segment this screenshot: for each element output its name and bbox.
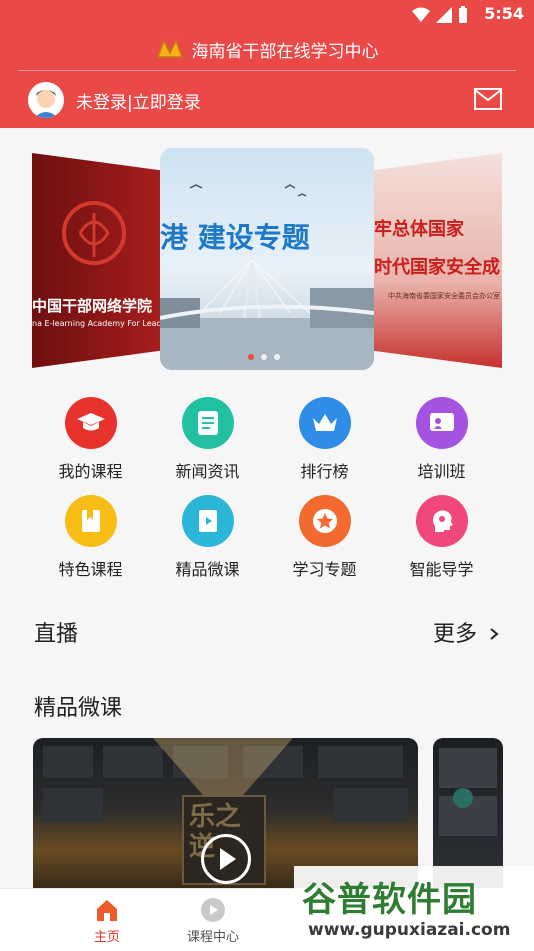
featured-book-icon [64,495,117,547]
menu-rankings[interactable]: 排行榜 [266,397,383,482]
menu-label: 我的课程 [58,462,123,481]
star-icon [298,495,351,547]
tab-label[interactable]: 课程中心 [187,930,239,945]
training-board-icon [415,397,468,449]
live-section-title: 直播 [34,622,79,647]
left-slide-title: 中国干部网络学院 [32,297,153,315]
live-more-link[interactable]: 更多 [433,616,500,648]
carousel-slide-left[interactable]: 中国干部网络学院 na E-learning Academy For Leade… [32,153,160,368]
play-circle-icon[interactable] [200,897,226,923]
micro-course-book-icon [181,495,234,547]
bridge-illustration [160,184,374,370]
feature-grid: 我的课程 新闻资讯 排行榜 培训班 特色课程 精品微课 学习专题 智能导学 [0,385,534,585]
status-icons [412,6,468,24]
menu-label: 学习专题 [292,560,357,579]
status-time: 5:54 [484,4,524,23]
user-avatar-icon [28,82,64,118]
avatar[interactable] [28,82,64,118]
app-header: 海南省干部在线学习中心 未登录|立即登录 [0,28,534,128]
left-slide-subtitle: na E-learning Academy For Leadership [32,319,160,328]
mail-icon[interactable] [474,88,502,110]
menu-label: 排行榜 [300,462,349,481]
chevron-right-icon[interactable] [488,627,500,641]
site-watermark: 谷普软件园 www.gupuxiazai.com [294,866,534,950]
menu-featured-courses[interactable]: 特色课程 [32,495,149,580]
header-divider [18,70,516,71]
smart-brain-icon [415,495,468,547]
party-school-emblem [62,201,126,265]
battery-icon [459,6,467,23]
watermark-url: www.gupuxiazai.com [308,920,511,940]
carousel-dot[interactable] [261,354,267,360]
more-label[interactable]: 更多 [433,622,477,647]
menu-training[interactable]: 培训班 [383,397,500,482]
play-icon[interactable] [201,834,251,884]
menu-study-topics[interactable]: 学习专题 [266,495,383,580]
banner-carousel[interactable]: 中国干部网络学院 na E-learning Academy For Leade… [0,128,534,378]
logo-icon [156,39,183,58]
carousel-slide-center[interactable]: 港 建设专题 [160,148,374,370]
right-slide-line1: 牢总体国家 [374,219,464,240]
home-icon[interactable] [94,897,120,923]
login-link[interactable]: 未登录|立即登录 [28,80,201,120]
right-slide-line2: 时代国家安全成 [374,257,500,278]
menu-my-courses[interactable]: 我的课程 [32,397,149,482]
menu-label: 智能导学 [409,560,474,579]
center-slide-title: 港 建设专题 [160,221,310,254]
menu-label: 新闻资讯 [175,462,240,481]
carousel-dots [248,354,280,360]
graduation-cap-icon [64,397,117,449]
status-bar: 5:54 [0,0,534,28]
watermark-brand: 谷普软件园 [302,880,477,920]
signal-icon [436,7,452,23]
tab-home[interactable]: 主页 [57,897,157,945]
carousel-slide-right[interactable]: 牢总体国家 时代国家安全成 中共海南省委国家安全委员会办公室 [374,153,502,368]
micro-course-section-title: 精品微课 [34,696,123,721]
menu-micro-courses[interactable]: 精品微课 [149,495,266,580]
page-title: 海南省干部在线学习中心 [191,41,379,62]
menu-label: 特色课程 [58,560,123,579]
wifi-icon [412,7,430,22]
crown-icon [298,397,351,449]
carousel-dot[interactable] [274,354,280,360]
menu-label: 精品微课 [175,560,240,579]
menu-news[interactable]: 新闻资讯 [149,397,266,482]
menu-label: 培训班 [417,462,466,481]
menu-smart-guide[interactable]: 智能导学 [383,495,500,580]
login-text[interactable]: 未登录|立即登录 [76,88,201,113]
right-slide-sub: 中共海南省委国家安全委员会办公室 [388,292,500,300]
title-row: 海南省干部在线学习中心 [0,34,534,64]
carousel-dot-active[interactable] [248,354,254,360]
tab-label[interactable]: 主页 [94,930,120,945]
news-document-icon [181,397,234,449]
tab-course-center[interactable]: 课程中心 [163,897,263,945]
